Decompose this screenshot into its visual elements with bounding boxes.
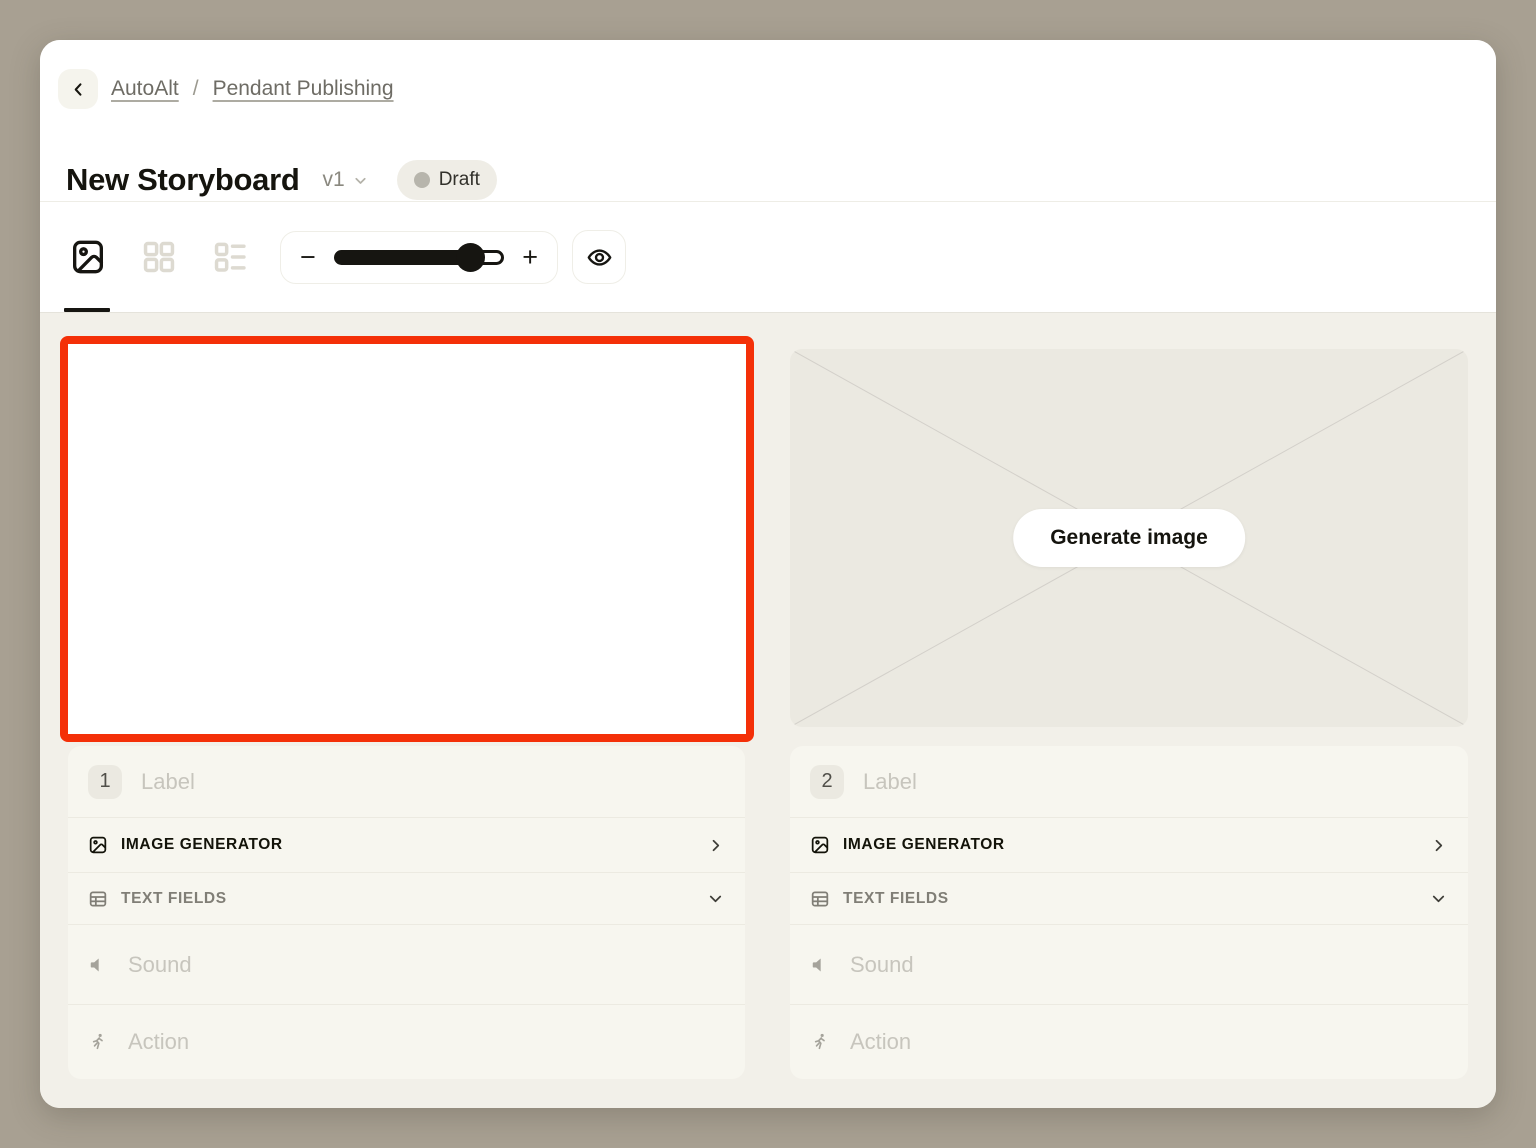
eye-icon [586, 244, 613, 271]
frame-2-image-generator-row[interactable]: IMAGE GENERATOR [790, 817, 1468, 872]
image-generator-label: IMAGE GENERATOR [843, 836, 1005, 854]
tab-image-view[interactable] [68, 234, 108, 280]
frame-number-badge: 2 [810, 765, 844, 799]
zoom-slider-fill [334, 250, 474, 265]
frame-1-sound-row[interactable]: Sound [68, 924, 745, 1004]
frame-2-canvas-placeholder[interactable]: Generate image [790, 349, 1468, 727]
frame-2-text-fields-row[interactable]: TEXT FIELDS [790, 872, 1468, 924]
app-window: AutoAlt / Pendant Publishing New Storybo… [40, 40, 1496, 1108]
frame-1-text-fields-row[interactable]: TEXT FIELDS [68, 872, 745, 924]
version-selector[interactable]: v1 [323, 168, 369, 192]
runner-icon [810, 1032, 830, 1052]
toolbar: − + [40, 202, 1496, 312]
breadcrumb-app-link[interactable]: AutoAlt [111, 77, 179, 101]
chevron-right-icon [1429, 836, 1448, 855]
speaker-icon [88, 955, 108, 975]
frame-1-action-row[interactable]: Action [68, 1004, 745, 1079]
back-button[interactable] [58, 69, 98, 109]
speaker-icon [810, 955, 830, 975]
sound-placeholder: Sound [850, 952, 914, 978]
chevron-left-icon [69, 80, 88, 99]
zoom-control: − + [280, 231, 558, 284]
list-view-icon [211, 238, 249, 276]
zoom-in-button[interactable]: + [520, 244, 540, 271]
image-generator-icon [88, 835, 108, 855]
frame-1-canvas-selected[interactable] [60, 336, 754, 742]
breadcrumb-separator: / [193, 77, 199, 101]
status-label: Draft [439, 169, 480, 191]
frame-label-input[interactable] [863, 769, 1448, 795]
preview-button[interactable] [572, 230, 626, 284]
breadcrumb: AutoAlt / Pendant Publishing [58, 69, 394, 109]
page-title: New Storyboard [66, 162, 300, 198]
generate-image-button[interactable]: Generate image [1013, 509, 1245, 567]
chevron-right-icon [706, 836, 725, 855]
frame-1-label-row: 1 [68, 746, 745, 817]
action-placeholder: Action [850, 1029, 911, 1055]
frame-2-label-row: 2 [790, 746, 1468, 817]
frame-1-image-generator-row[interactable]: IMAGE GENERATOR [68, 817, 745, 872]
zoom-out-button[interactable]: − [298, 244, 318, 271]
image-generator-label: IMAGE GENERATOR [121, 836, 283, 854]
version-label: v1 [323, 168, 345, 192]
frame-number-badge: 1 [88, 765, 122, 799]
storyboard-canvas-area: Generate image 1 IMAGE GENERATOR [40, 312, 1496, 1108]
tab-grid-view[interactable] [139, 234, 179, 280]
frame-2-action-row[interactable]: Action [790, 1004, 1468, 1079]
status-dot-icon [414, 172, 430, 188]
header: AutoAlt / Pendant Publishing New Storybo… [40, 40, 1496, 202]
zoom-slider[interactable] [334, 243, 504, 272]
text-fields-label: TEXT FIELDS [121, 890, 227, 908]
breadcrumb-project-link[interactable]: Pendant Publishing [213, 77, 394, 101]
chevron-down-icon [706, 889, 725, 908]
frame-2-card: 2 IMAGE GENERATOR [790, 746, 1468, 1079]
tab-list-view[interactable] [210, 234, 250, 280]
action-placeholder: Action [128, 1029, 189, 1055]
chevron-down-icon [1429, 889, 1448, 908]
sound-placeholder: Sound [128, 952, 192, 978]
image-generator-icon [810, 835, 830, 855]
zoom-slider-thumb[interactable] [456, 243, 485, 272]
chevron-down-icon [352, 172, 369, 189]
text-fields-label: TEXT FIELDS [843, 890, 949, 908]
frame-2-sound-row[interactable]: Sound [790, 924, 1468, 1004]
frame-label-input[interactable] [141, 769, 725, 795]
grid-view-icon [140, 238, 178, 276]
status-badge: Draft [397, 160, 497, 200]
text-fields-icon [810, 889, 830, 909]
frame-1-card: 1 IMAGE GENERATOR [68, 746, 745, 1079]
text-fields-icon [88, 889, 108, 909]
image-view-icon [68, 237, 108, 277]
runner-icon [88, 1032, 108, 1052]
